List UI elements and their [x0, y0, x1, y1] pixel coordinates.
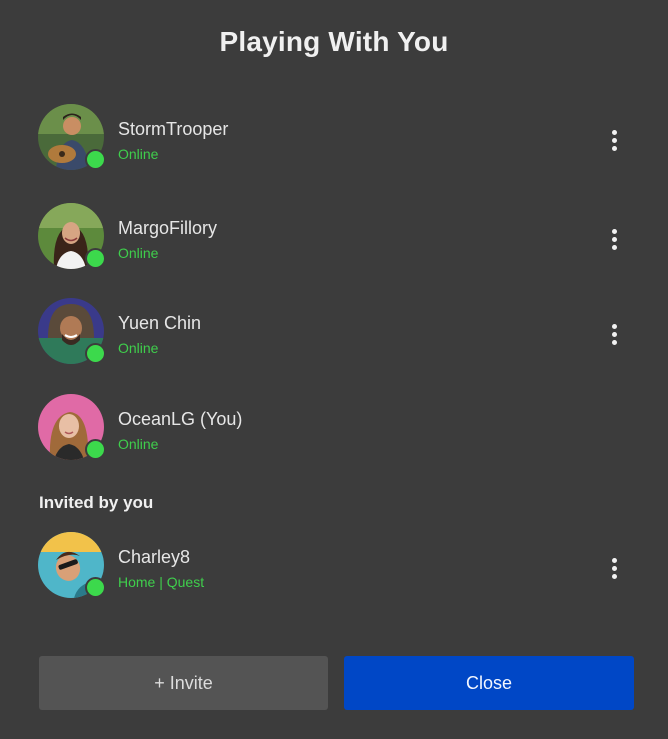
more-options-icon[interactable] [608, 556, 620, 582]
player-name: StormTrooper [118, 119, 229, 139]
avatar[interactable] [38, 104, 106, 170]
player-status: Online [118, 146, 159, 162]
avatar[interactable] [38, 203, 106, 269]
presence-dot-icon [85, 248, 106, 269]
more-options-icon[interactable] [608, 322, 620, 348]
player-status: Online [118, 436, 159, 452]
player-name: Charley8 [118, 547, 191, 567]
avatar[interactable] [38, 532, 106, 598]
player-row-yuen-chin[interactable]: Yuen Chin Online [38, 298, 638, 368]
more-options-icon[interactable] [608, 128, 620, 154]
more-options-icon[interactable] [608, 227, 620, 253]
player-status: Online [118, 245, 159, 261]
presence-dot-icon [85, 577, 106, 598]
avatar[interactable] [38, 394, 106, 460]
invited-row-charley8[interactable]: Charley8 Home | Quest [38, 532, 638, 602]
player-row-oceanlg-you: OceanLG (You) Online [38, 394, 638, 464]
player-name: OceanLG (You) [118, 409, 243, 429]
player-name: Yuen Chin [118, 313, 202, 333]
presence-dot-icon [85, 343, 106, 364]
close-button[interactable]: Close [344, 656, 634, 710]
player-status: Home | Quest [118, 574, 205, 590]
invited-section-label: Invited by you [39, 493, 154, 512]
dialog-title: Playing With You [219, 26, 449, 57]
player-row-stormtrooper[interactable]: StormTrooper Online [38, 104, 638, 174]
presence-dot-icon [85, 439, 106, 460]
avatar[interactable] [38, 298, 106, 364]
player-row-margofillory[interactable]: MargoFillory Online [38, 203, 638, 273]
playing-with-you-dialog: Playing With You StormTrooper Online Mar… [0, 0, 668, 739]
player-status: Online [118, 340, 159, 356]
player-name: MargoFillory [118, 218, 218, 238]
presence-dot-icon [85, 149, 106, 170]
invite-button[interactable]: + Invite [39, 656, 328, 710]
